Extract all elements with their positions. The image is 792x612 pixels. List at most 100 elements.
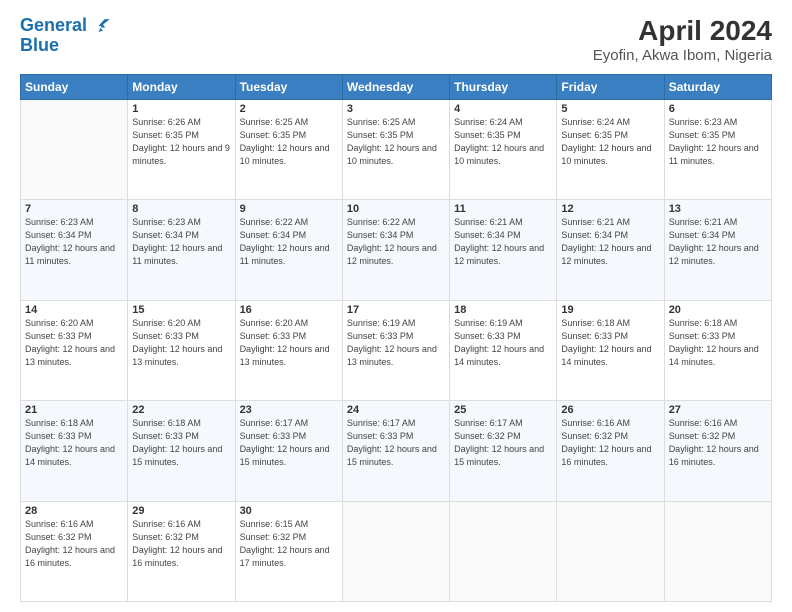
calendar-cell: 26Sunrise: 6:16 AMSunset: 6:32 PMDayligh… (557, 401, 664, 501)
calendar-cell (342, 501, 449, 601)
day-info: Sunrise: 6:17 AMSunset: 6:33 PMDaylight:… (240, 417, 338, 469)
day-number: 26 (561, 404, 659, 416)
title-block: April 2024 Eyofin, Akwa Ibom, Nigeria (593, 16, 772, 64)
day-info: Sunrise: 6:24 AMSunset: 6:35 PMDaylight:… (561, 116, 659, 168)
calendar-cell: 15Sunrise: 6:20 AMSunset: 6:33 PMDayligh… (128, 300, 235, 400)
day-info: Sunrise: 6:23 AMSunset: 6:34 PMDaylight:… (25, 216, 123, 268)
day-info: Sunrise: 6:23 AMSunset: 6:34 PMDaylight:… (132, 216, 230, 268)
day-info: Sunrise: 6:18 AMSunset: 6:33 PMDaylight:… (561, 317, 659, 369)
logo-line1: General (20, 16, 112, 36)
calendar-cell: 14Sunrise: 6:20 AMSunset: 6:33 PMDayligh… (21, 300, 128, 400)
day-info: Sunrise: 6:17 AMSunset: 6:33 PMDaylight:… (347, 417, 445, 469)
logo-line2: Blue (20, 36, 112, 56)
day-info: Sunrise: 6:20 AMSunset: 6:33 PMDaylight:… (25, 317, 123, 369)
day-info: Sunrise: 6:21 AMSunset: 6:34 PMDaylight:… (454, 216, 552, 268)
calendar-cell (21, 99, 128, 199)
day-number: 6 (669, 103, 767, 115)
header: General Blue April 2024 Eyofin, Akwa Ibo… (20, 16, 772, 64)
day-header-friday: Friday (557, 74, 664, 99)
calendar-cell (450, 501, 557, 601)
day-header-tuesday: Tuesday (235, 74, 342, 99)
day-info: Sunrise: 6:20 AMSunset: 6:33 PMDaylight:… (132, 317, 230, 369)
calendar-cell: 22Sunrise: 6:18 AMSunset: 6:33 PMDayligh… (128, 401, 235, 501)
calendar-cell: 12Sunrise: 6:21 AMSunset: 6:34 PMDayligh… (557, 200, 664, 300)
day-number: 12 (561, 203, 659, 215)
day-info: Sunrise: 6:22 AMSunset: 6:34 PMDaylight:… (347, 216, 445, 268)
day-number: 24 (347, 404, 445, 416)
day-number: 30 (240, 505, 338, 517)
day-number: 1 (132, 103, 230, 115)
calendar-cell: 11Sunrise: 6:21 AMSunset: 6:34 PMDayligh… (450, 200, 557, 300)
calendar-header-row: SundayMondayTuesdayWednesdayThursdayFrid… (21, 74, 772, 99)
day-info: Sunrise: 6:23 AMSunset: 6:35 PMDaylight:… (669, 116, 767, 168)
day-info: Sunrise: 6:21 AMSunset: 6:34 PMDaylight:… (561, 216, 659, 268)
calendar-week-row: 14Sunrise: 6:20 AMSunset: 6:33 PMDayligh… (21, 300, 772, 400)
calendar-week-row: 21Sunrise: 6:18 AMSunset: 6:33 PMDayligh… (21, 401, 772, 501)
day-info: Sunrise: 6:21 AMSunset: 6:34 PMDaylight:… (669, 216, 767, 268)
logo-general: General (20, 15, 87, 35)
calendar-cell: 7Sunrise: 6:23 AMSunset: 6:34 PMDaylight… (21, 200, 128, 300)
calendar-cell: 28Sunrise: 6:16 AMSunset: 6:32 PMDayligh… (21, 501, 128, 601)
day-number: 23 (240, 404, 338, 416)
day-number: 15 (132, 304, 230, 316)
day-info: Sunrise: 6:18 AMSunset: 6:33 PMDaylight:… (25, 417, 123, 469)
day-info: Sunrise: 6:16 AMSunset: 6:32 PMDaylight:… (25, 518, 123, 570)
day-number: 28 (25, 505, 123, 517)
calendar-cell: 20Sunrise: 6:18 AMSunset: 6:33 PMDayligh… (664, 300, 771, 400)
day-header-thursday: Thursday (450, 74, 557, 99)
calendar-cell: 16Sunrise: 6:20 AMSunset: 6:33 PMDayligh… (235, 300, 342, 400)
calendar-subtitle: Eyofin, Akwa Ibom, Nigeria (593, 47, 772, 64)
day-number: 2 (240, 103, 338, 115)
calendar-cell: 18Sunrise: 6:19 AMSunset: 6:33 PMDayligh… (450, 300, 557, 400)
day-number: 17 (347, 304, 445, 316)
calendar-cell: 2Sunrise: 6:25 AMSunset: 6:35 PMDaylight… (235, 99, 342, 199)
day-header-sunday: Sunday (21, 74, 128, 99)
calendar-cell: 27Sunrise: 6:16 AMSunset: 6:32 PMDayligh… (664, 401, 771, 501)
day-number: 16 (240, 304, 338, 316)
calendar-cell: 6Sunrise: 6:23 AMSunset: 6:35 PMDaylight… (664, 99, 771, 199)
day-number: 21 (25, 404, 123, 416)
calendar-cell: 4Sunrise: 6:24 AMSunset: 6:35 PMDaylight… (450, 99, 557, 199)
calendar-cell: 21Sunrise: 6:18 AMSunset: 6:33 PMDayligh… (21, 401, 128, 501)
day-info: Sunrise: 6:16 AMSunset: 6:32 PMDaylight:… (132, 518, 230, 570)
calendar-cell (664, 501, 771, 601)
calendar-title: April 2024 (593, 16, 772, 47)
calendar-table: SundayMondayTuesdayWednesdayThursdayFrid… (20, 74, 772, 602)
day-info: Sunrise: 6:22 AMSunset: 6:34 PMDaylight:… (240, 216, 338, 268)
day-number: 11 (454, 203, 552, 215)
calendar-cell: 24Sunrise: 6:17 AMSunset: 6:33 PMDayligh… (342, 401, 449, 501)
calendar-week-row: 1Sunrise: 6:26 AMSunset: 6:35 PMDaylight… (21, 99, 772, 199)
day-info: Sunrise: 6:25 AMSunset: 6:35 PMDaylight:… (240, 116, 338, 168)
day-header-saturday: Saturday (664, 74, 771, 99)
day-number: 19 (561, 304, 659, 316)
day-number: 5 (561, 103, 659, 115)
calendar-week-row: 28Sunrise: 6:16 AMSunset: 6:32 PMDayligh… (21, 501, 772, 601)
calendar-cell: 19Sunrise: 6:18 AMSunset: 6:33 PMDayligh… (557, 300, 664, 400)
day-info: Sunrise: 6:24 AMSunset: 6:35 PMDaylight:… (454, 116, 552, 168)
day-info: Sunrise: 6:18 AMSunset: 6:33 PMDaylight:… (132, 417, 230, 469)
calendar-cell: 13Sunrise: 6:21 AMSunset: 6:34 PMDayligh… (664, 200, 771, 300)
day-number: 27 (669, 404, 767, 416)
day-number: 4 (454, 103, 552, 115)
day-number: 9 (240, 203, 338, 215)
calendar-cell: 9Sunrise: 6:22 AMSunset: 6:34 PMDaylight… (235, 200, 342, 300)
day-number: 7 (25, 203, 123, 215)
calendar-cell: 10Sunrise: 6:22 AMSunset: 6:34 PMDayligh… (342, 200, 449, 300)
day-number: 14 (25, 304, 123, 316)
day-number: 13 (669, 203, 767, 215)
calendar-cell: 23Sunrise: 6:17 AMSunset: 6:33 PMDayligh… (235, 401, 342, 501)
day-info: Sunrise: 6:18 AMSunset: 6:33 PMDaylight:… (669, 317, 767, 369)
day-number: 20 (669, 304, 767, 316)
day-number: 25 (454, 404, 552, 416)
day-info: Sunrise: 6:15 AMSunset: 6:32 PMDaylight:… (240, 518, 338, 570)
calendar-cell: 1Sunrise: 6:26 AMSunset: 6:35 PMDaylight… (128, 99, 235, 199)
day-info: Sunrise: 6:26 AMSunset: 6:35 PMDaylight:… (132, 116, 230, 168)
day-number: 10 (347, 203, 445, 215)
day-info: Sunrise: 6:16 AMSunset: 6:32 PMDaylight:… (669, 417, 767, 469)
calendar-cell: 3Sunrise: 6:25 AMSunset: 6:35 PMDaylight… (342, 99, 449, 199)
day-info: Sunrise: 6:19 AMSunset: 6:33 PMDaylight:… (347, 317, 445, 369)
day-info: Sunrise: 6:16 AMSunset: 6:32 PMDaylight:… (561, 417, 659, 469)
logo-bird-icon (94, 17, 112, 35)
day-number: 18 (454, 304, 552, 316)
day-number: 3 (347, 103, 445, 115)
